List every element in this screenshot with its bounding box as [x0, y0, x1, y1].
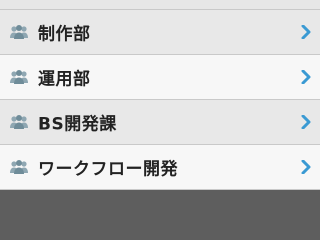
chevron-right-icon[interactable]: [301, 25, 311, 39]
list-item[interactable]: ワークフロー開発: [0, 145, 320, 190]
list-item[interactable]: BS開発課: [0, 100, 320, 145]
list-item-label: 運用部: [38, 69, 91, 90]
people-icon: [10, 115, 28, 129]
people-icon: [10, 160, 28, 174]
list-item-label: ワークフロー開発: [38, 159, 178, 180]
list-item[interactable]: 運用部: [0, 55, 320, 100]
bottom-toolbar: [0, 190, 320, 226]
department-list: 制作部 運用部 BS開発課 ワークフロー開発: [0, 10, 320, 190]
people-icon: [10, 25, 28, 39]
list-item-label: BS開発課: [38, 114, 117, 135]
chevron-right-icon[interactable]: [301, 115, 311, 129]
list-item-label: 制作部: [38, 24, 91, 45]
list-item[interactable]: 制作部: [0, 10, 320, 55]
list-top-edge: [0, 0, 320, 10]
chevron-right-icon[interactable]: [301, 70, 311, 84]
people-icon: [10, 70, 28, 84]
chevron-right-icon[interactable]: [301, 160, 311, 174]
